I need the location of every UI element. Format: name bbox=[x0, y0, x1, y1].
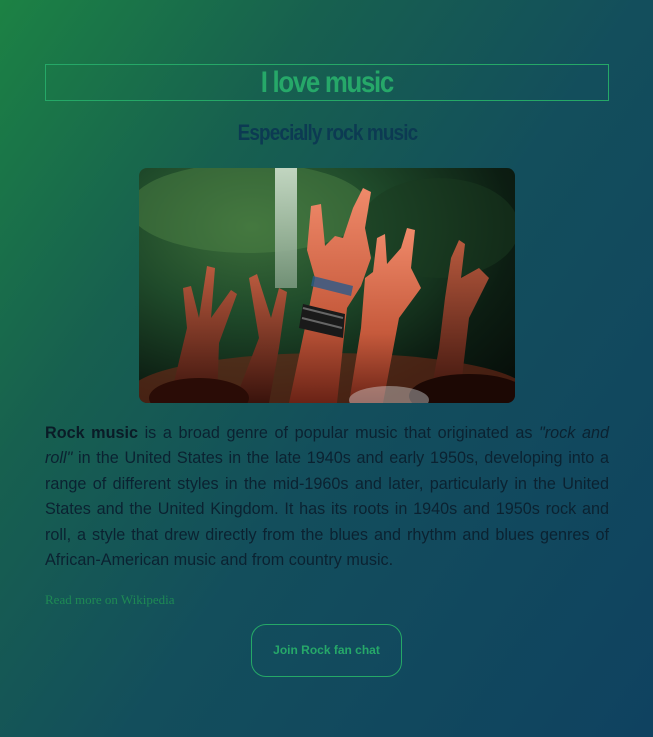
rock-music-description: Rock music is a broad genre of popular m… bbox=[45, 421, 609, 573]
wikipedia-link[interactable]: Read more on Wikipedia bbox=[45, 592, 175, 608]
page-title: I love music bbox=[260, 66, 395, 99]
concert-hands-photo bbox=[139, 168, 515, 403]
description-part-1: is a broad genre of popular music that o… bbox=[137, 424, 540, 442]
rock-music-term: Rock music bbox=[45, 424, 138, 442]
page-title-box: I love music bbox=[45, 64, 609, 101]
page-content: I love music Especially rock music Rock … bbox=[45, 64, 609, 677]
join-rock-fan-chat-button[interactable]: Join Rock fan chat bbox=[251, 624, 402, 677]
page-subtitle: Especially rock music bbox=[237, 120, 418, 145]
description-part-2: in the United States in the late 1940s a… bbox=[45, 449, 609, 570]
page-subtitle-wrap: Especially rock music bbox=[45, 120, 609, 150]
